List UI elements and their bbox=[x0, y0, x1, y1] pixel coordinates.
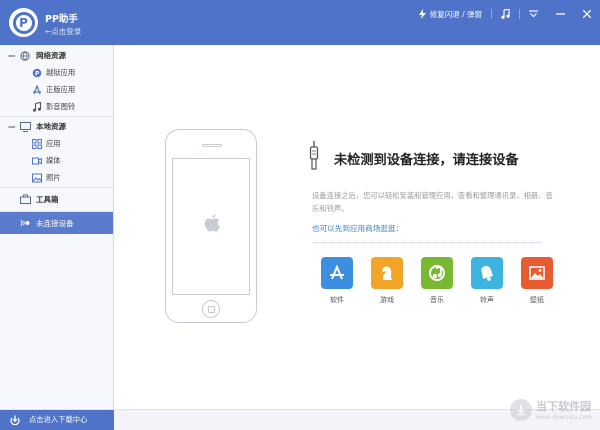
lightning-icon bbox=[418, 9, 426, 19]
appstore-icon bbox=[321, 257, 353, 289]
app-name: PP助手 bbox=[45, 14, 78, 25]
app-shortcut-label: 软件 bbox=[330, 296, 344, 304]
sidebar-device[interactable]: 未连接设备 bbox=[0, 212, 113, 234]
repair-button[interactable]: 修复闪退 / 弹窗 bbox=[410, 7, 491, 21]
app-shortcut-music[interactable]: 音乐 bbox=[412, 257, 462, 305]
app-shortcut-software[interactable]: 软件 bbox=[312, 257, 362, 305]
sidebar-item-jailbreak-apps[interactable]: P 越狱应用 bbox=[0, 64, 113, 81]
home-button-icon bbox=[202, 300, 220, 318]
apple-logo-icon bbox=[204, 214, 220, 232]
app-shortcut-label: 铃声 bbox=[480, 296, 494, 304]
chess-knight-icon bbox=[371, 257, 403, 289]
download-center-button[interactable]: 点击进入下载中心 bbox=[0, 410, 114, 430]
video-camera-icon bbox=[32, 156, 42, 166]
title-bar: P PP助手 ←点击登录 修复闪退 / 弹窗 bbox=[0, 0, 600, 45]
sidebar-item-label: 应用 bbox=[46, 138, 61, 148]
app-shortcut-label: 壁纸 bbox=[530, 296, 544, 304]
usb-disconnected-icon bbox=[20, 218, 32, 228]
collapse-toggle[interactable]: — bbox=[8, 122, 18, 131]
sidebar-item-label: 越狱应用 bbox=[46, 67, 76, 77]
sidebar-item-label: 照片 bbox=[46, 172, 61, 182]
sidebar-group-network[interactable]: — 网络资源 bbox=[0, 47, 113, 64]
sidebar-item-label: 影音图铃 bbox=[46, 101, 76, 111]
bell-icon bbox=[471, 257, 503, 289]
sidebar-item-media[interactable]: 媒体 bbox=[0, 152, 113, 169]
not-connected-headline: 未检测到设备连接，请连接设备 bbox=[334, 153, 519, 168]
watermark-logo-icon bbox=[510, 398, 533, 421]
app-shortcut-ringtones[interactable]: 铃声 bbox=[462, 257, 512, 305]
collapse-toggle[interactable]: — bbox=[8, 51, 18, 60]
sidebar-device-label: 未连接设备 bbox=[36, 218, 74, 228]
toolbox-icon bbox=[20, 194, 32, 204]
sidebar-toolbox[interactable]: 工具箱 bbox=[0, 189, 113, 209]
music-note-icon[interactable] bbox=[492, 7, 519, 21]
minimize-icon[interactable] bbox=[547, 7, 574, 21]
app-shortcut-row: 软件 游戏 音乐 铃声 壁纸 bbox=[312, 257, 562, 305]
repair-label: 修复闪退 / 弹窗 bbox=[429, 9, 482, 19]
watermark-url: www.downxia.com bbox=[536, 414, 592, 421]
iphone-illustration bbox=[165, 129, 257, 323]
sidebar-group-local[interactable]: — 本地资源 bbox=[0, 118, 113, 135]
app-shortcut-label: 游戏 bbox=[380, 296, 394, 304]
app-shortcut-label: 音乐 bbox=[430, 296, 444, 304]
pp-app-icon: P bbox=[32, 68, 42, 78]
image-icon bbox=[32, 173, 42, 183]
music-icon bbox=[32, 101, 42, 112]
app-store-link[interactable]: 也可以先到应用商场逛逛： bbox=[312, 223, 403, 234]
svg-text:P: P bbox=[35, 70, 40, 77]
monitor-icon bbox=[20, 121, 32, 132]
close-icon[interactable] bbox=[574, 7, 600, 21]
watermark: 当下软件园 www.downxia.com bbox=[510, 398, 592, 421]
main-panel: 未检测到设备连接，请连接设备 设备连接之后，您可以轻松安装和管理应用，查看和整理… bbox=[115, 45, 600, 409]
usb-cable-icon bbox=[309, 141, 319, 170]
description-text: 设备连接之后，您可以轻松安装和管理应用，查看和整理通讯录、相册、音乐和铃声。 bbox=[312, 191, 553, 213]
sidebar-group-label: 网络资源 bbox=[36, 51, 66, 60]
sidebar-item-official-apps[interactable]: 正版应用 bbox=[0, 81, 113, 98]
menu-dropdown-icon[interactable] bbox=[520, 7, 547, 21]
sidebar-item-photos[interactable]: 照片 bbox=[0, 169, 113, 186]
watermark-title: 当下软件园 bbox=[536, 400, 592, 413]
download-icon bbox=[10, 415, 20, 425]
grid-icon bbox=[32, 138, 42, 149]
divider bbox=[312, 242, 541, 243]
pp-logo-icon: P bbox=[9, 8, 38, 37]
music-disc-icon bbox=[421, 257, 453, 289]
sidebar: — 网络资源 P 越狱应用 正版应用 影音图铃 — 本地资源 应用 媒体 照片 … bbox=[0, 45, 114, 409]
download-center-label: 点击进入下载中心 bbox=[29, 415, 88, 424]
status-bar: 点击进入下载中心 当下软件园 www.downxia.com bbox=[0, 398, 600, 430]
picture-icon bbox=[521, 257, 553, 289]
sidebar-group-label: 本地资源 bbox=[36, 122, 66, 131]
sidebar-item-label: 媒体 bbox=[46, 155, 61, 165]
sidebar-item-media-ringtones[interactable]: 影音图铃 bbox=[0, 98, 113, 115]
app-shortcut-games[interactable]: 游戏 bbox=[362, 257, 412, 305]
login-link[interactable]: ←点击登录 bbox=[45, 26, 81, 37]
globe-icon bbox=[20, 50, 32, 61]
appstore-icon bbox=[32, 84, 42, 95]
sidebar-item-apps[interactable]: 应用 bbox=[0, 135, 113, 152]
sidebar-item-label: 正版应用 bbox=[46, 84, 76, 94]
sidebar-toolbox-label: 工具箱 bbox=[36, 194, 59, 204]
app-shortcut-wallpapers[interactable]: 壁纸 bbox=[512, 257, 562, 305]
